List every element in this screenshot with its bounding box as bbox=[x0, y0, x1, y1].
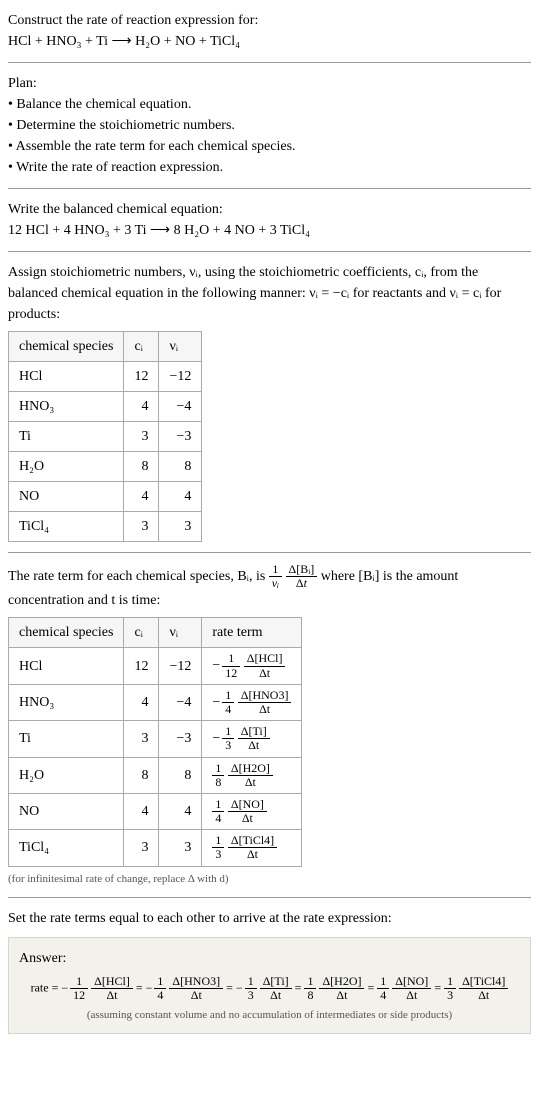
cell-species: HNO₃ bbox=[9, 392, 124, 422]
cell-species: Ti bbox=[9, 422, 124, 452]
cell-v: 4 bbox=[159, 793, 202, 829]
stoich-intro: Assign stoichiometric numbers, νᵢ, using… bbox=[8, 262, 531, 325]
cell-species: TiCl₄ bbox=[9, 830, 124, 866]
balanced-equation: 12 HCl + 4 HNO₃ + 3 Ti ⟶ 8 H₂O + 4 NO + … bbox=[8, 220, 531, 241]
plan-item: Determine the stoichiometric numbers. bbox=[8, 115, 531, 136]
col-species: chemical species bbox=[9, 332, 124, 362]
stoich-section: Assign stoichiometric numbers, νᵢ, using… bbox=[0, 252, 539, 552]
cell-c: 4 bbox=[124, 793, 159, 829]
cell-rate: 18 Δ[H2O]Δt bbox=[202, 757, 302, 793]
cell-v: −3 bbox=[159, 721, 202, 757]
cell-v: 3 bbox=[159, 830, 202, 866]
cell-v: −12 bbox=[159, 362, 202, 392]
cell-species: HCl bbox=[9, 362, 124, 392]
cell-rate: −112 Δ[HCl]Δt bbox=[202, 648, 302, 684]
cell-c: 4 bbox=[124, 392, 159, 422]
cell-species: HNO₃ bbox=[9, 684, 124, 720]
table-row: TiCl₄33 bbox=[9, 512, 202, 542]
cell-c: 12 bbox=[124, 648, 159, 684]
cell-rate: −14 Δ[HNO3]Δt bbox=[202, 684, 302, 720]
cell-v: −12 bbox=[159, 648, 202, 684]
frac-one-over-nu: 1νᵢ bbox=[269, 563, 282, 590]
table-row: Ti3−3 bbox=[9, 422, 202, 452]
cell-species: NO bbox=[9, 482, 124, 512]
cell-species: HCl bbox=[9, 648, 124, 684]
cell-v: 8 bbox=[159, 452, 202, 482]
col-v: νᵢ bbox=[159, 618, 202, 648]
cell-v: −3 bbox=[159, 422, 202, 452]
final-section: Set the rate terms equal to each other t… bbox=[0, 898, 539, 1044]
col-rate: rate term bbox=[202, 618, 302, 648]
frac-dB-dt: Δ[Bᵢ]Δt bbox=[286, 563, 318, 590]
rate-note: (assuming constant volume and no accumul… bbox=[19, 1007, 520, 1024]
cell-rate: 13 Δ[TiCl4]Δt bbox=[202, 830, 302, 866]
table-row: TiCl₄3313 Δ[TiCl4]Δt bbox=[9, 830, 302, 866]
answer-title: Answer: bbox=[19, 948, 520, 969]
intro-section: Construct the rate of reaction expressio… bbox=[0, 0, 539, 62]
cell-species: TiCl₄ bbox=[9, 512, 124, 542]
cell-species: H₂O bbox=[9, 452, 124, 482]
col-species: chemical species bbox=[9, 618, 124, 648]
rateterm-section: The rate term for each chemical species,… bbox=[0, 553, 539, 897]
rateterm-table: chemical species cᵢ νᵢ rate term HCl12−1… bbox=[8, 617, 302, 866]
plan-title: Plan: bbox=[8, 73, 531, 94]
cell-c: 8 bbox=[124, 452, 159, 482]
cell-v: 3 bbox=[159, 512, 202, 542]
table-row: HCl12−12−112 Δ[HCl]Δt bbox=[9, 648, 302, 684]
table-header-row: chemical species cᵢ νᵢ rate term bbox=[9, 618, 302, 648]
cell-c: 3 bbox=[124, 512, 159, 542]
cell-c: 4 bbox=[124, 482, 159, 512]
balanced-section: Write the balanced chemical equation: 12… bbox=[0, 189, 539, 251]
table-row: HNO₃4−4 bbox=[9, 392, 202, 422]
cell-c: 4 bbox=[124, 684, 159, 720]
rateterm-intro-a: The rate term for each chemical species,… bbox=[8, 569, 269, 584]
intro-line1: Construct the rate of reaction expressio… bbox=[8, 10, 531, 31]
final-title: Set the rate terms equal to each other t… bbox=[8, 908, 531, 929]
cell-v: 8 bbox=[159, 757, 202, 793]
table-row: H₂O88 bbox=[9, 452, 202, 482]
col-c: cᵢ bbox=[124, 618, 159, 648]
cell-v: 4 bbox=[159, 482, 202, 512]
table-row: H₂O8818 Δ[H2O]Δt bbox=[9, 757, 302, 793]
answer-box: Answer: rate = −112 Δ[HCl]Δt = −14 Δ[HNO… bbox=[8, 937, 531, 1034]
rate-expression: rate = −112 Δ[HCl]Δt = −14 Δ[HNO3]Δt = −… bbox=[19, 975, 520, 1002]
cell-v: −4 bbox=[159, 392, 202, 422]
cell-c: 3 bbox=[124, 830, 159, 866]
cell-rate: −13 Δ[Ti]Δt bbox=[202, 721, 302, 757]
plan-section: Plan: Balance the chemical equation. Det… bbox=[0, 63, 539, 188]
table-row: NO44 bbox=[9, 482, 202, 512]
plan-item: Assemble the rate term for each chemical… bbox=[8, 136, 531, 157]
stoich-table: chemical species cᵢ νᵢ HCl12−12 HNO₃4−4 … bbox=[8, 331, 202, 542]
cell-c: 3 bbox=[124, 721, 159, 757]
rateterm-footnote: (for infinitesimal rate of change, repla… bbox=[8, 871, 531, 888]
intro-equation: HCl + HNO₃ + Ti ⟶ H₂O + NO + TiCl₄ bbox=[8, 31, 531, 52]
table-row: HCl12−12 bbox=[9, 362, 202, 392]
plan-list: Balance the chemical equation. Determine… bbox=[8, 94, 531, 178]
col-c: cᵢ bbox=[124, 332, 159, 362]
cell-species: NO bbox=[9, 793, 124, 829]
table-header-row: chemical species cᵢ νᵢ bbox=[9, 332, 202, 362]
cell-rate: 14 Δ[NO]Δt bbox=[202, 793, 302, 829]
balanced-title: Write the balanced chemical equation: bbox=[8, 199, 531, 220]
cell-v: −4 bbox=[159, 684, 202, 720]
cell-c: 8 bbox=[124, 757, 159, 793]
col-v: νᵢ bbox=[159, 332, 202, 362]
table-row: HNO₃4−4−14 Δ[HNO3]Δt bbox=[9, 684, 302, 720]
rateterm-intro: The rate term for each chemical species,… bbox=[8, 563, 531, 611]
cell-species: H₂O bbox=[9, 757, 124, 793]
plan-item: Balance the chemical equation. bbox=[8, 94, 531, 115]
cell-c: 12 bbox=[124, 362, 159, 392]
cell-species: Ti bbox=[9, 721, 124, 757]
plan-item: Write the rate of reaction expression. bbox=[8, 157, 531, 178]
table-row: Ti3−3−13 Δ[Ti]Δt bbox=[9, 721, 302, 757]
cell-c: 3 bbox=[124, 422, 159, 452]
table-row: NO4414 Δ[NO]Δt bbox=[9, 793, 302, 829]
